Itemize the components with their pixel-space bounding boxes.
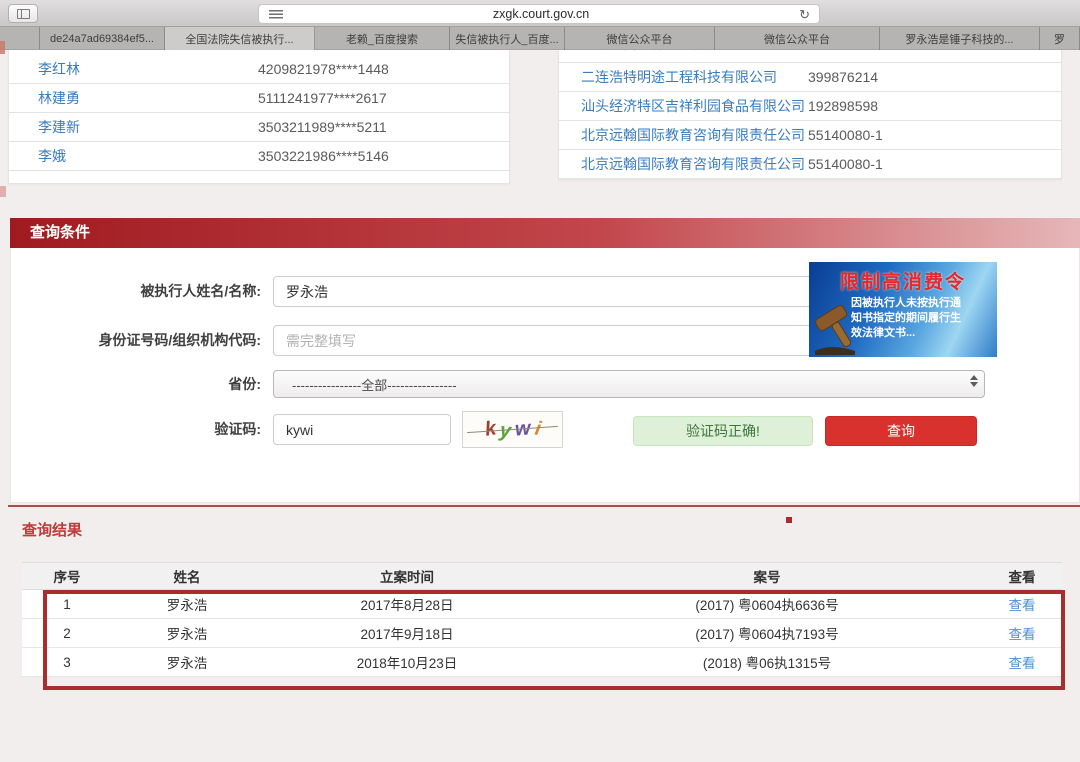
company-code: 192898598	[808, 98, 878, 114]
column-header-view: 查看	[982, 566, 1062, 586]
banner-title: 限制高消费令	[809, 267, 997, 294]
tab-bar-spacer	[0, 27, 40, 49]
annotation-edge-mark	[0, 186, 6, 197]
company-list-card: 阿坝州富司保源有限公司 71815208-3 712-3 二连浩特明途工程科技有…	[558, 50, 1062, 180]
table-row: 李红林 4209821978****1448	[9, 55, 509, 84]
query-results-title: 查询结果	[22, 519, 82, 540]
table-row: 北京远翰国际教育咨询有限责任公司 55140080-1	[559, 150, 1061, 179]
result-case: (2018) 粤06执1315号	[552, 652, 982, 672]
result-seq: 1	[22, 597, 112, 612]
table-row: 李娥 3503221986****5146	[9, 142, 509, 171]
table-row: 李建新 3503211989****5211	[9, 113, 509, 142]
sidebar-icon	[17, 9, 30, 19]
result-date: 2017年8月28日	[262, 594, 552, 614]
captcha-letter: i	[533, 418, 542, 442]
province-field-label: 省份:	[11, 370, 261, 398]
person-id: 5111241977****2617	[258, 90, 387, 106]
company-name-link[interactable]: 汕头经济特区吉祥利园食品有限公司	[581, 96, 805, 116]
person-id: 3503211989****5211	[258, 119, 387, 135]
captcha-image[interactable]: k y w i	[462, 411, 563, 448]
person-name-link[interactable]: 林建勇	[38, 88, 80, 108]
sidebar-toggle-button[interactable]	[8, 4, 38, 23]
captcha-status-badge: 验证码正确!	[633, 416, 813, 446]
result-row: 3 罗永浩 2018年10月23日 (2018) 粤06执1315号 查看	[22, 648, 1062, 677]
person-id: 3503221986****5146	[258, 148, 389, 164]
view-link[interactable]: 查看	[1009, 656, 1036, 671]
tab-shixin-baidu[interactable]: 失信被执行人_百度...	[450, 27, 565, 50]
person-name-link[interactable]: 李娥	[38, 146, 66, 166]
company-code: 55140080-1	[808, 127, 883, 143]
browser-titlebar: zxgk.court.gov.cn ↻	[0, 0, 1080, 27]
person-name-link[interactable]: 李红林	[38, 59, 80, 79]
gavel-icon	[811, 299, 863, 355]
tab-laolai-baidu[interactable]: 老赖_百度搜索	[315, 27, 450, 50]
result-case: (2017) 粤0604执6636号	[552, 594, 982, 614]
captcha-noise-line	[467, 426, 558, 433]
result-name: 罗永浩	[112, 594, 262, 614]
tab-zxgk-court-active[interactable]: 全国法院失信被执行...	[165, 27, 315, 50]
captcha-letter: y	[499, 419, 512, 443]
refresh-icon[interactable]: ↻	[799, 8, 810, 21]
reader-icon[interactable]	[269, 10, 283, 19]
query-button[interactable]: 查询	[825, 416, 977, 446]
id-field-label: 身份证号码/组织机构代码:	[11, 325, 261, 356]
table-row-clipped: 阿坝州富司保源有限公司 71815208-3 712-3	[559, 50, 1061, 63]
company-name-link[interactable]: 北京远翰国际教育咨询有限责任公司	[581, 154, 805, 174]
restriction-order-banner[interactable]: 限制高消费令 因被执行人未按执行通 知书指定的期间履行生 效法律文书...	[809, 262, 997, 357]
company-name-link[interactable]: 阿坝州富司保源有限公司	[581, 50, 735, 54]
id-input[interactable]	[273, 325, 818, 356]
result-name: 罗永浩	[112, 623, 262, 643]
result-row: 2 罗永浩 2017年9月18日 (2017) 粤0604执7193号 查看	[22, 619, 1062, 648]
results-table: 序号 姓名 立案时间 案号 查看 1 罗永浩 2017年8月28日 (2017)…	[22, 562, 1062, 677]
annotation-dot	[786, 517, 792, 523]
table-row: 北京远翰国际教育咨询有限责任公司 55140080-1	[559, 121, 1061, 150]
result-seq: 3	[22, 655, 112, 670]
query-form-panel: 被执行人姓名/名称: 身份证号码/组织机构代码: 省份: -----------…	[10, 248, 1080, 503]
select-stepper-icon	[970, 375, 978, 387]
captcha-field-label: 验证码:	[11, 414, 261, 445]
result-name: 罗永浩	[112, 652, 262, 672]
tab-bar: de24a7ad69384ef5... 全国法院失信被执行... 老赖_百度搜索…	[0, 27, 1080, 50]
address-bar[interactable]: zxgk.court.gov.cn ↻	[258, 4, 820, 24]
person-list-card: 李红林 4209821978****1448 林建勇 5111241977***…	[8, 50, 510, 184]
result-row: 1 罗永浩 2017年8月28日 (2017) 粤0604执6636号 查看	[22, 590, 1062, 619]
name-field-label: 被执行人姓名/名称:	[11, 276, 261, 307]
url-text: zxgk.court.gov.cn	[283, 7, 799, 21]
table-row: 汕头经济特区吉祥利园食品有限公司 192898598	[559, 92, 1061, 121]
tab-wechat-1[interactable]: 微信公众平台	[565, 27, 715, 50]
query-conditions-header: 查询条件	[10, 218, 1080, 248]
captcha-input[interactable]	[273, 414, 451, 445]
column-header-case: 案号	[552, 566, 982, 586]
annotation-line	[8, 505, 1080, 507]
name-input[interactable]	[273, 276, 818, 307]
column-header-name: 姓名	[112, 566, 262, 586]
company-code: 399876214	[808, 69, 878, 85]
column-header-seq: 序号	[22, 566, 112, 586]
view-link[interactable]: 查看	[1009, 598, 1036, 613]
results-header-row: 序号 姓名 立案时间 案号 查看	[22, 562, 1062, 590]
person-id: 4209821978****1448	[258, 61, 389, 77]
table-row: 二连浩特明途工程科技有限公司 399876214	[559, 63, 1061, 92]
result-date: 2017年9月18日	[262, 623, 552, 643]
province-select[interactable]: ----------------全部----------------	[273, 370, 985, 398]
tab-wechat-2[interactable]: 微信公众平台	[715, 27, 880, 50]
person-name-link[interactable]: 李建新	[38, 117, 80, 137]
tab-hash-page[interactable]: de24a7ad69384ef5...	[40, 27, 165, 50]
province-selected-value: ----------------全部----------------	[292, 375, 457, 394]
tab-partial[interactable]: 罗	[1040, 27, 1080, 50]
company-name-link[interactable]: 二连浩特明途工程科技有限公司	[581, 67, 777, 87]
annotation-edge-mark	[0, 41, 5, 54]
result-seq: 2	[22, 626, 112, 641]
view-link[interactable]: 查看	[1009, 627, 1036, 642]
table-row: 林建勇 5111241977****2617	[9, 84, 509, 113]
result-case: (2017) 粤0604执7193号	[552, 623, 982, 643]
result-date: 2018年10月23日	[262, 652, 552, 672]
company-code: 55140080-1	[808, 156, 883, 172]
column-header-date: 立案时间	[262, 566, 552, 586]
tab-luoyonghao-article[interactable]: 罗永浩是锤子科技的...	[880, 27, 1040, 50]
company-name-link[interactable]: 北京远翰国际教育咨询有限责任公司	[581, 125, 805, 145]
